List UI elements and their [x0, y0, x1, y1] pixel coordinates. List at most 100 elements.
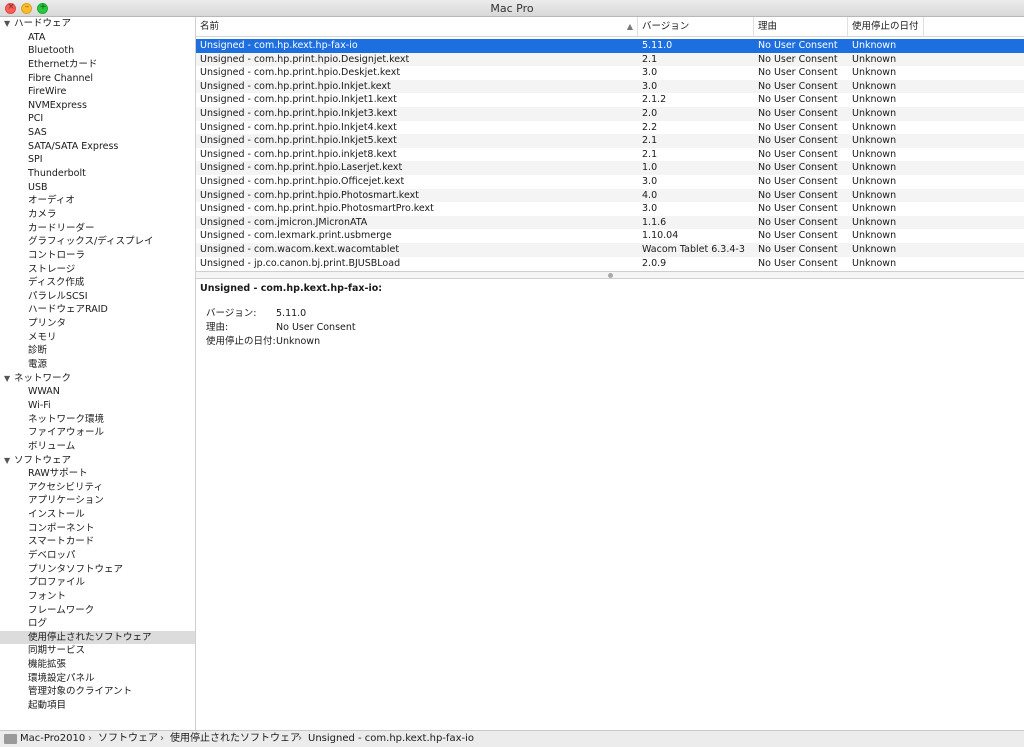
cell-name: Unsigned - com.hp.print.hpio.Inkjet5.kex… — [200, 135, 397, 147]
detail-pane: Unsigned - com.hp.kext.hp-fax-io: バージョン:… — [196, 279, 1024, 730]
table-row[interactable]: Unsigned - com.wacom.kext.wacomtablet Wac… — [196, 242, 1024, 257]
sidebar-item[interactable]: デベロッパ — [0, 549, 195, 563]
sidebar-item[interactable]: コントローラ — [0, 249, 195, 263]
split-view-divider[interactable] — [196, 271, 1024, 279]
sidebar-item[interactable]: アクセシビリティ — [0, 481, 195, 495]
sidebar-item[interactable]: Thunderbolt — [0, 167, 195, 181]
sidebar-item[interactable]: 環境設定パネル — [0, 672, 195, 686]
sidebar-section-hardware[interactable]: ▼ ハードウェア — [0, 17, 195, 31]
cell-reason: No User Consent — [758, 243, 838, 255]
sidebar-item[interactable]: ストレージ — [0, 263, 195, 277]
cell-version: 4.0 — [642, 189, 658, 201]
sidebar-item[interactable]: アプリケーション — [0, 494, 195, 508]
sidebar-item[interactable]: PCI — [0, 112, 195, 126]
sidebar-item[interactable]: NVMExpress — [0, 99, 195, 113]
sidebar-item[interactable]: プリンタ — [0, 317, 195, 331]
sidebar-item[interactable]: オーディオ — [0, 194, 195, 208]
sidebar-item[interactable]: プロファイル — [0, 576, 195, 590]
sidebar-item[interactable]: ハードウェアRAID — [0, 303, 195, 317]
sidebar-item[interactable]: WWAN — [0, 385, 195, 399]
table-row[interactable]: Unsigned - com.hp.print.hpio.Deskjet.kex… — [196, 66, 1024, 80]
table-row[interactable]: Unsigned - com.hp.print.hpio.Inkjet4.kex… — [196, 121, 1024, 135]
table-header: 名前 ▲ バージョン 理由 使用停止の日付 — [196, 17, 1024, 37]
table-row[interactable]: Unsigned - com.hp.print.hpio.Inkjet1.kex… — [196, 93, 1024, 107]
detail-title: Unsigned - com.hp.kext.hp-fax-io: — [200, 283, 383, 294]
table-row[interactable]: Unsigned - com.hp.print.hpio.Photosmart.… — [196, 188, 1024, 203]
cell-version: 2.1 — [642, 53, 658, 65]
sidebar-item[interactable]: メモリ — [0, 331, 195, 345]
sidebar-item[interactable]: FireWire — [0, 85, 195, 99]
sidebar-item[interactable]: 診断 — [0, 344, 195, 358]
table-row[interactable]: Unsigned - com.jmicron.JMicronATA 1.1.6 No… — [196, 215, 1024, 230]
sidebar-item[interactable]: コンポーネント — [0, 522, 195, 536]
disclosure-triangle-icon[interactable]: ▼ — [4, 372, 14, 386]
disclosure-triangle-icon[interactable]: ▼ — [4, 454, 14, 468]
column-header-name[interactable]: 名前 ▲ — [196, 17, 638, 37]
sidebar-section-network[interactable]: ▼ ネットワーク — [0, 372, 195, 386]
table-row[interactable]: Unsigned - com.lexmark.print.usbmerge 1.1… — [196, 229, 1024, 243]
sidebar-item[interactable]: SAS — [0, 126, 195, 140]
sidebar-item[interactable]: 管理対象のクライアント — [0, 685, 195, 699]
sidebar-item[interactable]: パラレルSCSI — [0, 290, 195, 304]
path-bar: Mac-Pro2010 › ソフトウェア › 使用停止されたソフトウェア › U… — [0, 730, 1024, 747]
table-row[interactable]: Unsigned - com.hp.print.hpio.Inkjet.kext… — [196, 79, 1024, 94]
sidebar-section-software[interactable]: ▼ ソフトウェア — [0, 454, 195, 468]
cell-reason: No User Consent — [758, 40, 838, 51]
sidebar-item[interactable]: RAWサポート — [0, 467, 195, 481]
table-row[interactable]: Unsigned - jp.co.canon.bj.print.BJUSBLoa… — [196, 257, 1024, 271]
table-row[interactable]: Unsigned - com.hp.print.hpio.inkjet8.kex… — [196, 148, 1024, 162]
sidebar-item[interactable]: プリンタソフトウェア — [0, 563, 195, 577]
cell-name: Unsigned - com.hp.print.hpio.Inkjet4.kex… — [200, 121, 397, 133]
sidebar-item[interactable]: USB — [0, 181, 195, 195]
path-separator-chevron-icon: › — [298, 733, 302, 744]
cell-version: 3.0 — [642, 80, 658, 92]
cell-name: Unsigned - com.hp.print.hpio.Inkjet.kext — [200, 80, 391, 92]
sidebar-item[interactable]: インストール — [0, 508, 195, 522]
table-row[interactable]: Unsigned - com.hp.print.hpio.Laserjet.ke… — [196, 161, 1024, 175]
sidebar-item[interactable]: 使用停止されたソフトウェア — [0, 630, 195, 645]
column-header-reason[interactable]: 理由 — [754, 17, 848, 37]
sidebar-item[interactable]: スマートカード — [0, 535, 195, 549]
sidebar-item[interactable]: ファイアウォール — [0, 426, 195, 440]
sidebar-item[interactable]: カードリーダー — [0, 222, 195, 236]
table-row[interactable]: Unsigned - com.hp.print.hpio.Inkjet5.kex… — [196, 134, 1024, 148]
sidebar-item[interactable]: ネットワーク環境 — [0, 413, 195, 427]
column-header-version[interactable]: バージョン — [638, 17, 754, 37]
sidebar-item[interactable]: ATA — [0, 31, 195, 45]
cell-date: Unknown — [852, 107, 897, 119]
sidebar-item[interactable]: Fibre Channel — [0, 72, 195, 86]
sidebar-item[interactable]: グラフィックス/ディスプレイ — [0, 235, 195, 249]
cell-reason: No User Consent — [758, 53, 838, 65]
sidebar-item[interactable]: Bluetooth — [0, 44, 195, 58]
table-row[interactable]: Unsigned - com.hp.kext.hp-fax-io 5.11.0 No… — [196, 39, 1024, 53]
sidebar-item[interactable]: ディスク作成 — [0, 276, 195, 290]
sidebar-item[interactable]: ボリューム — [0, 440, 195, 454]
table-row[interactable]: Unsigned - com.hp.print.hpio.Designjet.k… — [196, 52, 1024, 67]
cell-date: Unknown — [852, 135, 897, 147]
sidebar-item[interactable]: 機能拡張 — [0, 658, 195, 672]
path-segment-computer[interactable]: Mac-Pro2010 — [20, 731, 85, 747]
cell-date: Unknown — [852, 216, 897, 228]
path-segment-item[interactable]: Unsigned - com.hp.kext.hp-fax-io — [308, 731, 474, 747]
sidebar-item[interactable]: フォント — [0, 590, 195, 604]
sidebar-item[interactable]: Wi-Fi — [0, 399, 195, 413]
sidebar-item[interactable]: SATA/SATA Express — [0, 140, 195, 154]
sidebar-item[interactable]: Ethernetカード — [0, 58, 195, 72]
sidebar-item[interactable]: 起動項目 — [0, 699, 195, 713]
cell-date: Unknown — [852, 203, 897, 215]
sidebar-item[interactable]: 同期サービス — [0, 644, 195, 658]
disclosure-triangle-icon[interactable]: ▼ — [4, 17, 14, 31]
sidebar-item[interactable]: カメラ — [0, 208, 195, 222]
path-segment-disabled-software[interactable]: 使用停止されたソフトウェア — [170, 731, 300, 747]
cell-date: Unknown — [852, 257, 897, 269]
table-row[interactable]: Unsigned - com.hp.print.hpio.Inkjet3.kex… — [196, 106, 1024, 121]
path-segment-software[interactable]: ソフトウェア — [98, 731, 158, 747]
sidebar-item[interactable]: SPI — [0, 153, 195, 167]
table-row[interactable]: Unsigned - com.hp.print.hpio.Officejet.k… — [196, 175, 1024, 189]
table-row[interactable]: Unsigned - com.hp.print.hpio.PhotosmartP… — [196, 202, 1024, 216]
sidebar-item[interactable]: フレームワーク — [0, 604, 195, 618]
column-header-date[interactable]: 使用停止の日付 — [848, 17, 924, 37]
sidebar-section-label: ネットワーク — [14, 372, 72, 384]
sidebar-item[interactable]: ログ — [0, 617, 195, 631]
sidebar-item[interactable]: 電源 — [0, 358, 195, 372]
